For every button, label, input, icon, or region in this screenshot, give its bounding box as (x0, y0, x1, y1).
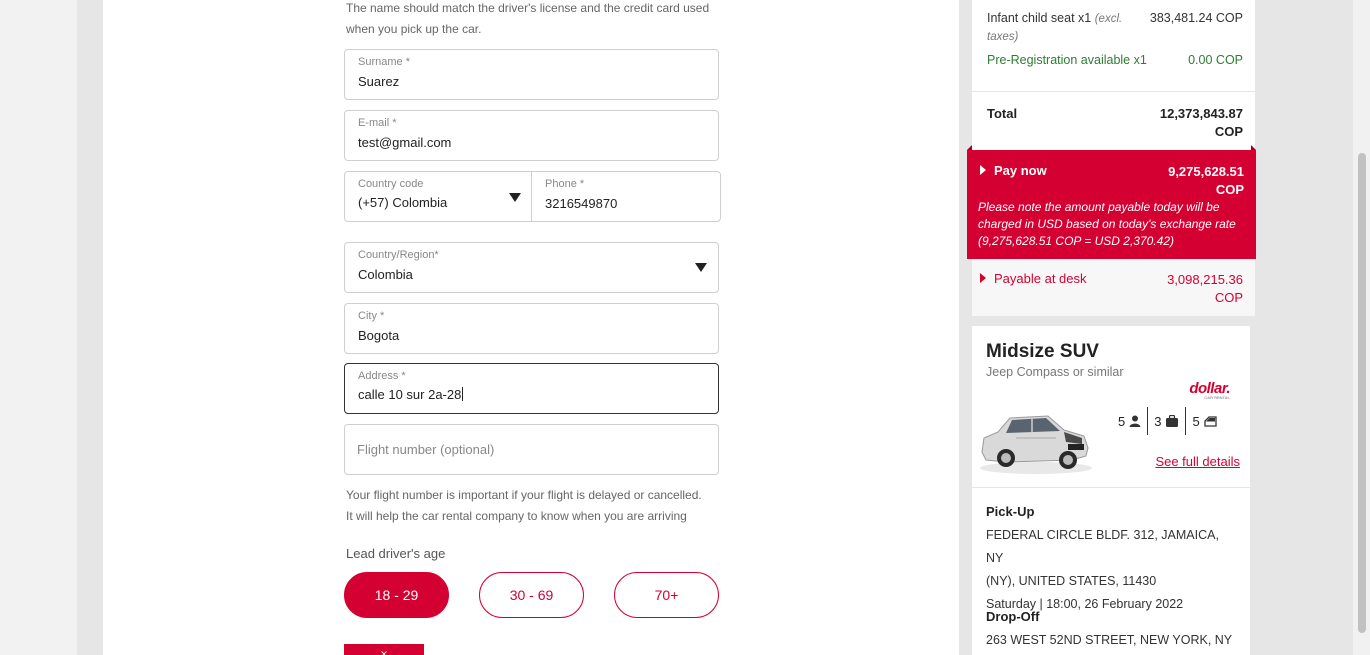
infant-seat-label: Infant child seat x1 (excl. taxes) (987, 10, 1127, 46)
country-region-select[interactable]: Country/Region* Colombia (344, 242, 719, 293)
continue-button[interactable]: × (344, 644, 424, 655)
pickup-address-line-2: (NY), UNITED STATES, 11430 (986, 574, 1157, 588)
flight-number-placeholder: Flight number (optional) (357, 442, 495, 457)
surname-label: Surname * (358, 56, 410, 68)
total-amount: 12,373,843.87 COP (1160, 105, 1243, 141)
passenger-count: 5 (1112, 407, 1147, 435)
flight-number-input[interactable]: Flight number (optional) (344, 424, 719, 475)
pay-now-toggle[interactable]: Pay now (980, 163, 1047, 178)
dropoff-address-line-1: 263 WEST 52ND STREET, NEW YORK, NY (986, 633, 1233, 647)
pay-now-amount-value: 9,275,628.51 (1168, 164, 1244, 179)
door-count: 5 (1185, 407, 1222, 435)
preregistration-amount: 0.00 COP (1188, 53, 1243, 67)
triangle-right-icon (980, 165, 986, 175)
lead-driver-age-label: Lead driver's age (346, 546, 446, 561)
country-code-select[interactable]: Country code (+57) Colombia (344, 171, 532, 222)
address-label: Address * (358, 370, 406, 382)
infant-seat-amount: 383,481.24 COP (1149, 11, 1243, 25)
payable-at-desk-label: Payable at desk (994, 271, 1087, 286)
pay-now-box[interactable]: Pay now 9,275,628.51 COP Please note the… (967, 145, 1256, 259)
city-value[interactable]: Bogota (358, 328, 399, 343)
payable-at-desk-currency: COP (1214, 290, 1243, 305)
car-category: Midsize SUV (986, 341, 1099, 362)
surname-field[interactable]: Surname * Suarez (344, 49, 719, 100)
dropoff-details: 263 WEST 52ND STREET, NEW YORK, NY (986, 629, 1236, 652)
country-code-value: (+57) Colombia (358, 195, 448, 210)
dropdown-caret-icon (509, 193, 521, 202)
phone-field[interactable]: Phone * 3216549870 (531, 171, 721, 222)
payable-at-desk-amount: 3,098,215.36 COP (1123, 271, 1243, 307)
email-value[interactable]: test@gmail.com (358, 135, 451, 150)
name-hint: The name should match the driver's licen… (346, 0, 709, 40)
surname-value[interactable]: Suarez (358, 74, 399, 89)
triangle-right-icon (980, 273, 986, 283)
address-field[interactable]: Address * calle 10 sur 2a-28 (344, 363, 719, 414)
preregistration-label: Pre-Registration available x1 (987, 53, 1147, 67)
payable-at-desk-value: 3,098,215.36 (1167, 272, 1243, 287)
pay-now-label: Pay now (994, 163, 1047, 178)
total-amount-currency: COP (1214, 124, 1243, 139)
name-hint-line-1: The name should match the driver's licen… (346, 1, 710, 15)
age-option-70-plus[interactable]: 70+ (614, 572, 719, 618)
briefcase-icon (1166, 415, 1179, 427)
email-label: E-mail * (358, 117, 397, 129)
country-code-label: Country code (358, 178, 424, 190)
scrollbar-thumb[interactable] (1358, 153, 1366, 633)
infant-seat-name: Infant child seat x1 (987, 11, 1092, 25)
pickup-title: Pick-Up (986, 504, 1035, 519)
car-door-icon (1204, 415, 1217, 427)
country-region-label: Country/Region* (358, 249, 439, 261)
address-text: calle 10 sur 2a-28 (358, 387, 462, 402)
flight-hint-line-2: It will help the car rental company to k… (346, 509, 687, 523)
see-full-details-link[interactable]: See full details (1155, 454, 1240, 469)
vertical-scrollbar[interactable] (1353, 0, 1370, 655)
flight-hint: Your flight number is important if your … (346, 485, 702, 527)
pay-now-amount-currency: COP (1215, 182, 1244, 197)
dollar-logo: dollar. CAR RENTAL (1189, 380, 1230, 400)
car-model: Jeep Compass or similar (986, 365, 1124, 379)
phone-label: Phone * (545, 178, 585, 190)
car-details-card: Midsize SUV Jeep Compass or similar doll… (972, 326, 1250, 655)
pickup-address-line-1: FEDERAL CIRCLE BLDF. 312, JAMAICA, NY (986, 528, 1219, 565)
bag-count-value: 3 (1154, 413, 1162, 429)
name-hint-line-2: when you pick up the car. (346, 22, 482, 36)
phone-value[interactable]: 3216549870 (545, 196, 617, 211)
car-image (980, 415, 1092, 474)
price-summary-card: Infant child seat x1 (excl. taxes) 383,4… (972, 0, 1255, 150)
door-count-value: 5 (1192, 413, 1200, 429)
city-field[interactable]: City * Bogota (344, 303, 719, 354)
text-cursor (462, 387, 464, 401)
pay-now-note: Please note the amount payable today wil… (978, 200, 1236, 248)
car-card-divider (972, 487, 1250, 488)
country-region-value: Colombia (358, 267, 413, 282)
dropdown-caret-icon (695, 263, 707, 272)
total-amount-value: 12,373,843.87 (1159, 106, 1243, 121)
pickup-details: FEDERAL CIRCLE BLDF. 312, JAMAICA, NY (N… (986, 524, 1236, 616)
age-option-18-29[interactable]: 18 - 29 (344, 572, 449, 618)
person-icon (1129, 415, 1141, 427)
dropoff-title: Drop-Off (986, 609, 1040, 624)
payable-at-desk-toggle[interactable]: Payable at desk (980, 271, 1087, 286)
payable-at-desk-box[interactable]: Payable at desk 3,098,215.36 COP (972, 259, 1255, 316)
bag-count: 3 (1147, 407, 1185, 435)
address-value[interactable]: calle 10 sur 2a-28 (358, 387, 464, 402)
email-field[interactable]: E-mail * test@gmail.com (344, 110, 719, 161)
continue-button-label: × (380, 647, 388, 655)
passenger-count-value: 5 (1118, 413, 1126, 429)
flight-hint-line-1: Your flight number is important if your … (346, 488, 702, 502)
total-label: Total (987, 106, 1018, 121)
pay-now-amount: 9,275,628.51 COP (1124, 163, 1244, 199)
car-specs: 5 3 5 (1112, 406, 1223, 436)
summary-divider (972, 91, 1255, 92)
city-label: City * (358, 310, 385, 322)
age-option-30-69[interactable]: 30 - 69 (479, 572, 584, 618)
